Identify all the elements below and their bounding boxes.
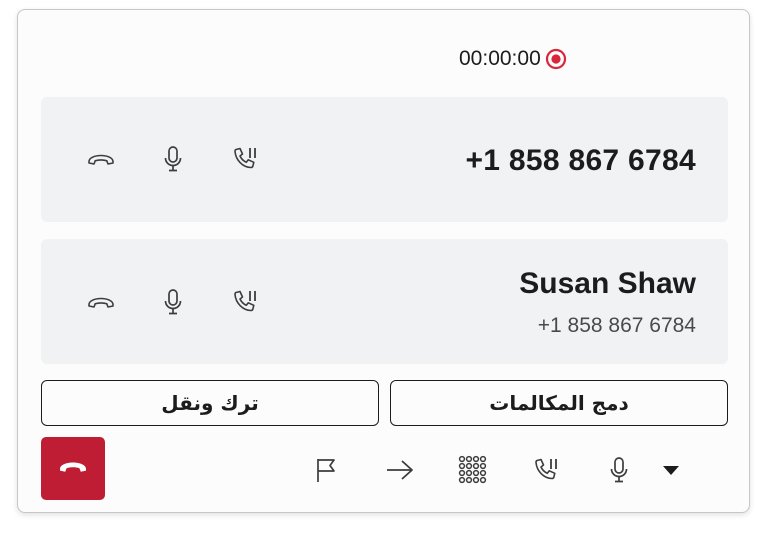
caller-number: +1 858 867 6784 <box>465 144 696 177</box>
timer-text: 00:00:00 <box>459 47 541 70</box>
merge-calls-button[interactable]: دمج المكالمات <box>390 380 728 426</box>
hold-call-icon[interactable] <box>530 454 562 486</box>
hold-call-icon[interactable] <box>231 288 259 316</box>
call-card: Susan Shaw +1 858 867 6784 <box>41 239 728 364</box>
hold-call-icon[interactable] <box>231 145 259 173</box>
caller-name: Susan Shaw <box>519 267 696 300</box>
call-actions <box>87 145 259 173</box>
caret-down-icon[interactable] <box>660 454 682 486</box>
flag-icon[interactable] <box>311 454 343 486</box>
record-icon <box>545 48 567 70</box>
microphone-icon[interactable] <box>603 454 635 486</box>
call-toolbar <box>311 454 682 486</box>
dialpad-icon[interactable] <box>457 454 489 486</box>
microphone-icon[interactable] <box>159 288 187 316</box>
end-call-button[interactable] <box>41 437 105 500</box>
arrow-right-icon[interactable] <box>384 454 416 486</box>
call-actions <box>87 288 259 316</box>
call-timer: 00:00:00 <box>459 44 567 74</box>
hang-up-icon[interactable] <box>87 288 115 316</box>
call-card: +1 858 867 6784 <box>41 97 728 222</box>
hang-up-icon[interactable] <box>87 145 115 173</box>
call-panel: 00:00:00 +1 858 867 6784 Susan Shaw +1 8… <box>17 9 750 513</box>
call-action-buttons: ترك ونقل دمج المكالمات <box>41 380 728 426</box>
microphone-icon[interactable] <box>159 145 187 173</box>
caller-number: +1 858 867 6784 <box>537 314 696 337</box>
hang-up-icon <box>58 459 88 478</box>
leave-transfer-button[interactable]: ترك ونقل <box>41 380 379 426</box>
